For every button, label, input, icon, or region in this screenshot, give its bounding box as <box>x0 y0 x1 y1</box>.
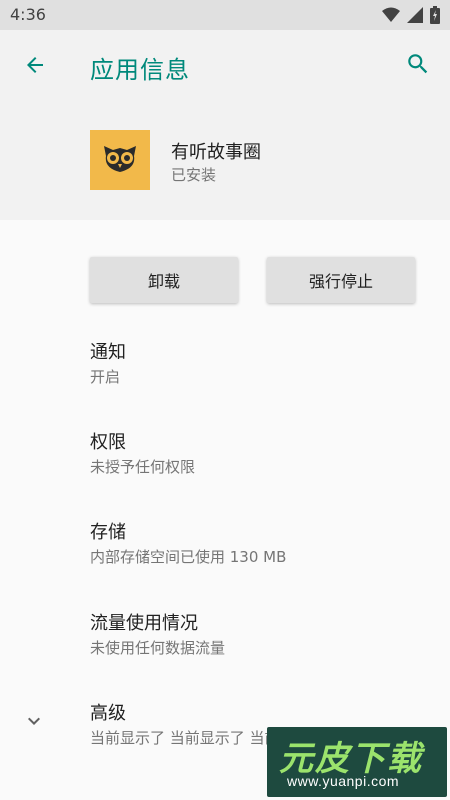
pref-notifications[interactable]: 通知 开启 <box>0 338 450 418</box>
pref-title: 存储 <box>90 522 126 543</box>
owl-logo-icon <box>100 142 140 178</box>
battery-icon <box>430 6 440 28</box>
watermark: 元皮下载 www.yuanpi.com <box>267 727 447 797</box>
app-icon <box>90 130 150 190</box>
status-time: 4:36 <box>10 5 46 24</box>
wifi-icon <box>382 7 400 27</box>
app-name: 有听故事圈 <box>171 142 261 163</box>
chevron-down-icon <box>22 709 46 733</box>
pref-title: 高级 <box>90 703 126 724</box>
pref-data-usage[interactable]: 流量使用情况 未使用任何数据流量 <box>0 609 450 689</box>
pref-summary: 未授予任何权限 <box>90 458 196 476</box>
back-button[interactable] <box>18 50 52 84</box>
search-icon <box>405 51 431 81</box>
page-title: 应用信息 <box>90 56 190 84</box>
force-stop-button[interactable]: 强行停止 <box>267 257 415 303</box>
pref-permissions[interactable]: 权限 未授予任何权限 <box>0 428 450 508</box>
app-bar: 应用信息 <box>0 30 450 102</box>
search-button[interactable] <box>400 48 436 84</box>
app-header: 有听故事圈 已安装 <box>0 102 450 220</box>
pref-storage[interactable]: 存储 内部存储空间已使用 130 MB <box>0 518 450 598</box>
status-bar: 4:36 <box>0 0 450 30</box>
app-install-status: 已安装 <box>171 166 217 184</box>
pref-title: 权限 <box>90 432 126 453</box>
watermark-url: www.yuanpi.com <box>287 773 400 789</box>
back-arrow-icon <box>23 53 47 81</box>
pref-summary: 未使用任何数据流量 <box>90 639 226 657</box>
pref-title: 通知 <box>90 342 126 363</box>
uninstall-button[interactable]: 卸载 <box>90 257 238 303</box>
pref-summary: 开启 <box>90 368 121 386</box>
pref-summary: 内部存储空间已使用 130 MB <box>90 548 287 566</box>
pref-title: 流量使用情况 <box>90 613 198 634</box>
signal-icon <box>407 7 423 27</box>
status-icons <box>382 6 440 28</box>
